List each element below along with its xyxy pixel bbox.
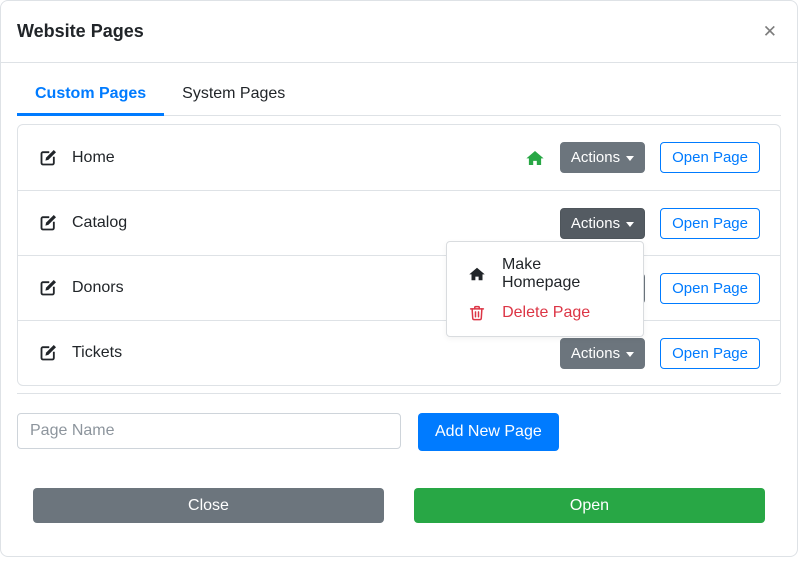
edit-page-icon[interactable] [38, 343, 58, 363]
open-page-button[interactable]: Open Page [660, 273, 760, 304]
page-name: Donors [72, 279, 124, 297]
menu-item-label: Delete Page [502, 304, 590, 322]
row-actions: Actions Make Homepage [560, 208, 760, 239]
tab-bar: Custom Pages System Pages [17, 75, 781, 116]
row-actions: Actions Open Page [560, 338, 760, 369]
modal-body: Custom Pages System Pages Home [1, 63, 797, 523]
page-row: Donors Actions Open Page [18, 255, 780, 320]
row-actions: Actions Open Page [525, 142, 760, 173]
close-button[interactable]: Close [33, 488, 384, 523]
menu-item-label: Make Homepage [502, 256, 623, 292]
modal-title: Website Pages [17, 21, 144, 42]
caret-down-icon [626, 156, 634, 161]
actions-button-label: Actions [571, 149, 620, 166]
add-new-page-button[interactable]: Add New Page [418, 413, 559, 451]
page-row: Home Actions Open Page [18, 125, 780, 190]
modal-footer: Close Open [17, 488, 781, 523]
close-icon[interactable]: ✕ [759, 23, 781, 40]
tab-custom-pages[interactable]: Custom Pages [17, 75, 164, 116]
page-name: Tickets [72, 344, 122, 362]
trash-icon [467, 304, 487, 322]
website-pages-modal: Website Pages ✕ Custom Pages System Page… [0, 0, 798, 557]
actions-button-label: Actions [571, 215, 620, 232]
menu-item-make-homepage[interactable]: Make Homepage [447, 250, 643, 298]
homepage-indicator-icon [525, 148, 545, 168]
modal-header: Website Pages ✕ [1, 1, 797, 63]
page-name: Catalog [72, 214, 127, 232]
edit-page-icon[interactable] [38, 213, 58, 233]
open-page-button[interactable]: Open Page [660, 142, 760, 173]
menu-item-delete-page[interactable]: Delete Page [447, 298, 643, 328]
add-page-form: Add New Page [17, 413, 781, 451]
actions-button-label: Actions [571, 345, 620, 362]
page-list: Home Actions Open Page [17, 124, 781, 386]
actions-dropdown-menu: Make Homepage [446, 241, 644, 337]
page-row: Catalog Actions [18, 190, 780, 255]
edit-page-icon[interactable] [38, 148, 58, 168]
actions-button[interactable]: Actions [560, 338, 645, 369]
page-name: Home [72, 149, 115, 167]
actions-button[interactable]: Actions [560, 208, 645, 239]
open-button[interactable]: Open [414, 488, 765, 523]
open-page-button[interactable]: Open Page [660, 338, 760, 369]
actions-button[interactable]: Actions [560, 142, 645, 173]
caret-down-icon [626, 222, 634, 227]
caret-down-icon [626, 352, 634, 357]
home-icon [467, 265, 487, 283]
page-row: Tickets Actions Open Page [18, 320, 780, 385]
edit-page-icon[interactable] [38, 278, 58, 298]
tab-system-pages[interactable]: System Pages [164, 75, 303, 116]
section-divider [17, 393, 781, 394]
open-page-button[interactable]: Open Page [660, 208, 760, 239]
page-name-input[interactable] [17, 413, 401, 449]
